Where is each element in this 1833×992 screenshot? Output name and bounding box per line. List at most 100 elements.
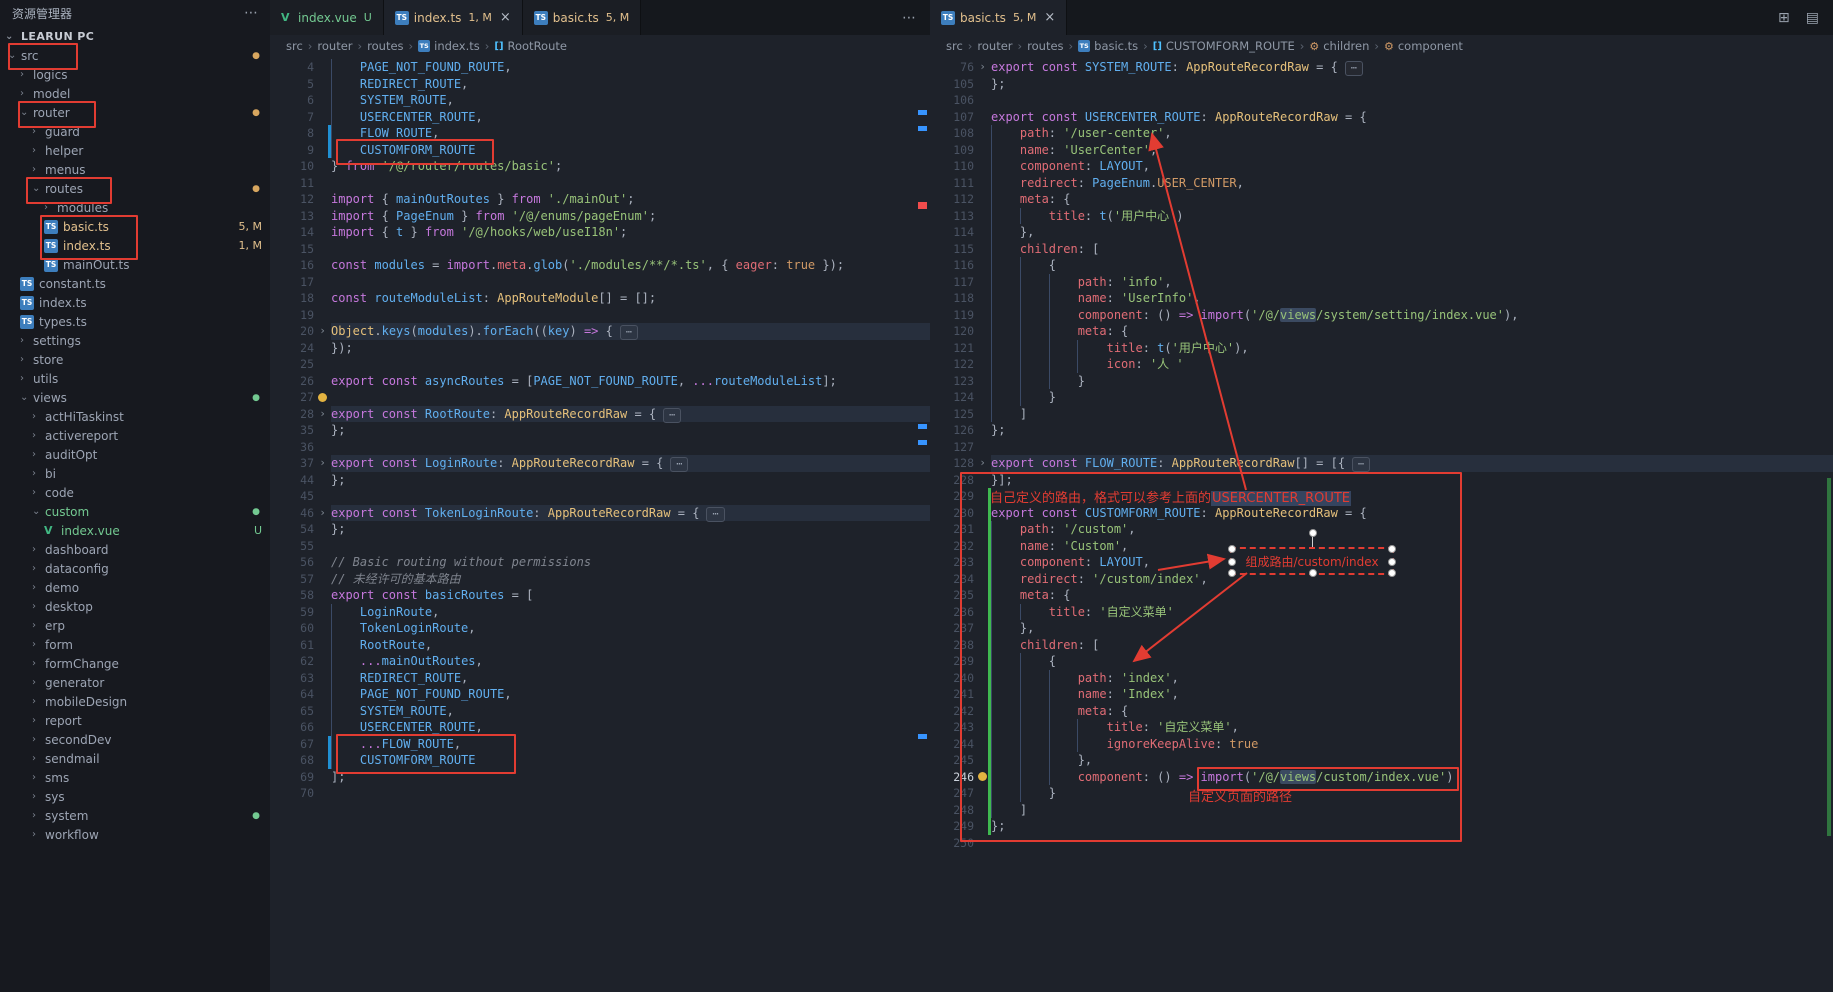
code-line[interactable]: 55 xyxy=(270,538,930,555)
code-line[interactable]: 125 ] xyxy=(930,406,1833,423)
breadcrumb-item[interactable]: routes xyxy=(1027,39,1063,53)
tree-item[interactable]: ⌄router● xyxy=(0,103,270,122)
more-actions-icon[interactable]: ⋯ xyxy=(902,10,916,26)
code-line[interactable]: 112 meta: { xyxy=(930,191,1833,208)
tree-item[interactable]: ›helper xyxy=(0,141,270,160)
tree-item[interactable]: TSconstant.ts xyxy=(0,274,270,293)
tree-item[interactable]: ⌄views● xyxy=(0,388,270,407)
code-line[interactable]: 229 xyxy=(930,488,1833,505)
code-line[interactable]: 54}; xyxy=(270,521,930,538)
tree-item[interactable]: ›settings xyxy=(0,331,270,350)
breadcrumb-item[interactable]: ⚙component xyxy=(1384,39,1463,53)
code-line[interactable]: 28›export const RootRoute: AppRouteRecor… xyxy=(270,406,930,423)
code-line[interactable]: 237 }, xyxy=(930,620,1833,637)
code-line[interactable]: 37›export const LoginRoute: AppRouteReco… xyxy=(270,455,930,472)
code-line[interactable]: 66 USERCENTER_ROUTE, xyxy=(270,719,930,736)
code-line[interactable]: 121 title: t('用户中心'), xyxy=(930,340,1833,357)
code-line[interactable]: 60 TokenLoginRoute, xyxy=(270,620,930,637)
code-line[interactable]: 232 name: 'Custom', xyxy=(930,538,1833,555)
code-line[interactable]: 247 } xyxy=(930,785,1833,802)
tree-item[interactable]: ›sys xyxy=(0,787,270,806)
code-line[interactable]: 119 component: () => import('/@/views/sy… xyxy=(930,307,1833,324)
code-line[interactable]: 126}; xyxy=(930,422,1833,439)
code-line[interactable]: 12import { mainOutRoutes } from './mainO… xyxy=(270,191,930,208)
code-line[interactable]: 11 xyxy=(270,175,930,192)
code-line[interactable]: 15 xyxy=(270,241,930,258)
code-line[interactable]: 249}; xyxy=(930,818,1833,835)
code-line[interactable]: 6 SYSTEM_ROUTE, xyxy=(270,92,930,109)
code-line[interactable]: 120 meta: { xyxy=(930,323,1833,340)
tree-item[interactable]: TStypes.ts xyxy=(0,312,270,331)
breadcrumb-item[interactable]: router xyxy=(977,39,1012,53)
tree-item[interactable]: ⌄custom● xyxy=(0,502,270,521)
code-line[interactable]: 35}; xyxy=(270,422,930,439)
explorer-root-folder[interactable]: ⌄ LEARUN PC xyxy=(0,26,270,46)
code-line[interactable]: 106 xyxy=(930,92,1833,109)
tree-item[interactable]: ›system● xyxy=(0,806,270,825)
tree-item[interactable]: ›dataconfig xyxy=(0,559,270,578)
code-editor[interactable]: 4 PAGE_NOT_FOUND_ROUTE,5 REDIRECT_ROUTE,… xyxy=(270,57,930,992)
code-line[interactable]: 245 }, xyxy=(930,752,1833,769)
lightbulb-icon[interactable] xyxy=(318,393,327,402)
code-line[interactable]: 115 children: [ xyxy=(930,241,1833,258)
folded-code-ellipsis[interactable]: ⋯ xyxy=(663,408,681,423)
breadcrumb-item[interactable]: []RootRoute xyxy=(494,39,567,53)
tree-item[interactable]: ›sms xyxy=(0,768,270,787)
tree-item[interactable]: ›store xyxy=(0,350,270,369)
breadcrumb-item[interactable]: ⚙children xyxy=(1309,39,1369,53)
folded-code-ellipsis[interactable]: ⋯ xyxy=(1352,457,1370,472)
folded-code-ellipsis[interactable]: ⋯ xyxy=(620,325,638,340)
tab-basic.ts[interactable]: TSbasic.ts5, M× xyxy=(930,0,1067,35)
code-line[interactable]: 76›export const SYSTEM_ROUTE: AppRouteRe… xyxy=(930,59,1833,76)
tree-item[interactable]: ›actHiTaskinst xyxy=(0,407,270,426)
explorer-more-actions-icon[interactable]: ⋯ xyxy=(244,5,258,21)
code-line[interactable]: 70 xyxy=(270,785,930,802)
breadcrumb-item[interactable]: src xyxy=(286,39,303,53)
tree-item[interactable]: ›report xyxy=(0,711,270,730)
code-line[interactable]: 246 component: () => import('/@/views/cu… xyxy=(930,769,1833,786)
code-line[interactable]: 9 CUSTOMFORM_ROUTE xyxy=(270,142,930,159)
code-line[interactable]: 20›Object.keys(modules).forEach((key) =>… xyxy=(270,323,930,340)
code-line[interactable]: 235 meta: { xyxy=(930,587,1833,604)
code-line[interactable]: 239 { xyxy=(930,653,1833,670)
tree-item[interactable]: ›guard xyxy=(0,122,270,141)
tree-item[interactable]: ›bi xyxy=(0,464,270,483)
code-line[interactable]: 14import { t } from '/@/hooks/web/useI18… xyxy=(270,224,930,241)
tree-item[interactable]: ›code xyxy=(0,483,270,502)
code-editor[interactable]: 76›export const SYSTEM_ROUTE: AppRouteRe… xyxy=(930,57,1833,992)
fold-collapsed-icon[interactable]: › xyxy=(319,406,326,423)
code-line[interactable]: 27 xyxy=(270,389,930,406)
tree-item[interactable]: ›generator xyxy=(0,673,270,692)
code-line[interactable]: 59 LoginRoute, xyxy=(270,604,930,621)
code-line[interactable]: 242 meta: { xyxy=(930,703,1833,720)
tree-item[interactable]: TSbasic.ts5, M xyxy=(0,217,270,236)
tree-item[interactable]: ›model xyxy=(0,84,270,103)
code-line[interactable]: 57// 未经许可的基本路由 xyxy=(270,571,930,588)
code-line[interactable]: 128›export const FLOW_ROUTE: AppRouteRec… xyxy=(930,455,1833,472)
tree-item[interactable]: ›desktop xyxy=(0,597,270,616)
tree-item[interactable]: ›sendmail xyxy=(0,749,270,768)
code-line[interactable]: 18const routeModuleList: AppRouteModule[… xyxy=(270,290,930,307)
breadcrumb-item[interactable]: router xyxy=(317,39,352,53)
code-line[interactable]: 26export const asyncRoutes = [PAGE_NOT_F… xyxy=(270,373,930,390)
tree-item[interactable]: ›menus xyxy=(0,160,270,179)
code-line[interactable]: 36 xyxy=(270,439,930,456)
breadcrumb-item[interactable]: TSbasic.ts xyxy=(1078,39,1138,53)
fold-collapsed-icon[interactable]: › xyxy=(319,455,326,472)
breadcrumb-item[interactable]: routes xyxy=(367,39,403,53)
code-line[interactable]: 248 ] xyxy=(930,802,1833,819)
code-line[interactable]: 8 FLOW_ROUTE, xyxy=(270,125,930,142)
code-line[interactable]: 69]; xyxy=(270,769,930,786)
tree-item[interactable]: ›mobileDesign xyxy=(0,692,270,711)
code-line[interactable]: 19 xyxy=(270,307,930,324)
tree-item[interactable]: Vindex.vueU xyxy=(0,521,270,540)
fold-collapsed-icon[interactable]: › xyxy=(319,323,326,340)
tree-item[interactable]: ›demo xyxy=(0,578,270,597)
code-line[interactable]: 109 name: 'UserCenter', xyxy=(930,142,1833,159)
code-line[interactable]: 5 REDIRECT_ROUTE, xyxy=(270,76,930,93)
code-line[interactable]: 122 icon: '人 ' xyxy=(930,356,1833,373)
code-line[interactable]: 241 name: 'Index', xyxy=(930,686,1833,703)
tree-item[interactable]: ›modules xyxy=(0,198,270,217)
code-line[interactable]: 230export const CUSTOMFORM_ROUTE: AppRou… xyxy=(930,505,1833,522)
code-line[interactable]: 243 title: '自定义菜单', xyxy=(930,719,1833,736)
